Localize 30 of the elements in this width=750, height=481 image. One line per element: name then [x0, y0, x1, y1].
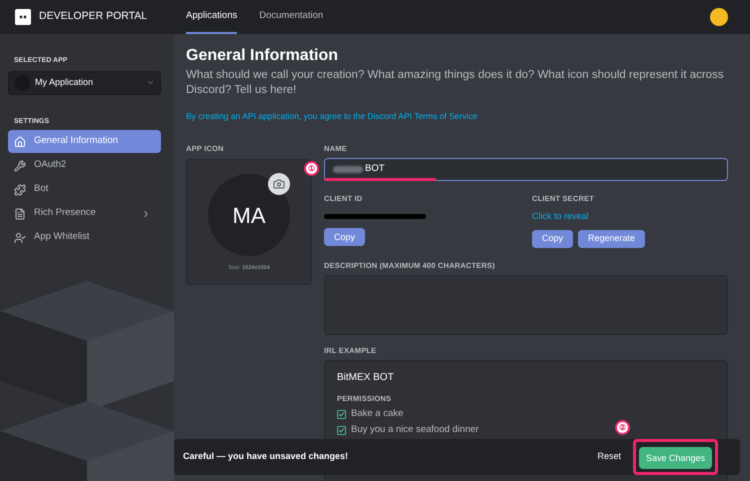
warning-message: Careful — you have unsaved changes! [183, 450, 348, 464]
step-marker: ① [304, 161, 319, 176]
nav-tab[interactable]: Applications [186, 0, 238, 34]
upload-button[interactable] [268, 173, 290, 195]
reveal-link[interactable]: Click to reveal [532, 210, 646, 224]
brand-title: DEVELOPER PORTAL [39, 9, 148, 24]
permission-label: Bake a cake [351, 407, 404, 422]
page-subtitle: What should we call your creation? What amazing things does it do? What icon should represent it across Discord? Tell us here! [186, 68, 725, 98]
page-title: General Information [186, 46, 340, 66]
nav-tab[interactable]: Documentation [259, 0, 324, 34]
camera-icon [273, 178, 285, 190]
logo-icon [15, 9, 31, 25]
bot-name: BitMEX BOT [337, 371, 395, 386]
reset-button[interactable]: Reset [597, 450, 621, 464]
caret-icon [146, 78, 155, 87]
document-icon [14, 208, 26, 220]
avatar[interactable] [710, 8, 728, 26]
wrench-icon [14, 160, 26, 172]
sidebar-item[interactable]: Bot [8, 178, 161, 201]
permission-label: Buy you a nice seafood dinner [351, 423, 479, 438]
name-input[interactable]: BOT [324, 158, 728, 181]
sidebar-item[interactable]: Rich Presence [8, 202, 161, 225]
sidebar-item[interactable]: App Whitelist [8, 226, 161, 249]
sidebar-item[interactable]: OAuth2 [8, 154, 161, 177]
redacted-text [333, 166, 363, 173]
app-dropdown[interactable]: My Application [8, 70, 161, 94]
puzzle-icon [14, 184, 26, 196]
terms-link[interactable]: By creating an API application, you agree to the Discord API Terms of Service [186, 110, 728, 123]
person-icon [14, 232, 26, 244]
home-icon [14, 136, 26, 148]
